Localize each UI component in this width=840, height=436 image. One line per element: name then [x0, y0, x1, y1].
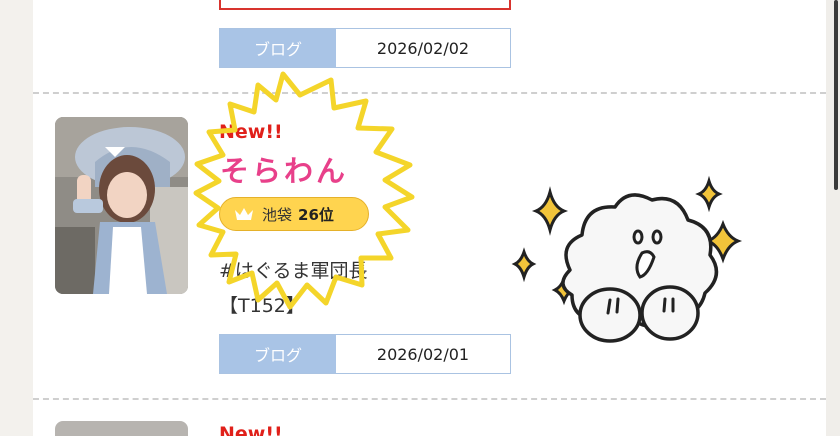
sparkle-icon	[511, 247, 537, 283]
sparkle-icon	[703, 219, 743, 264]
sparkle-icon	[695, 175, 723, 213]
sparkle-icon	[531, 186, 569, 236]
cloud-character-sticker	[511, 175, 743, 343]
